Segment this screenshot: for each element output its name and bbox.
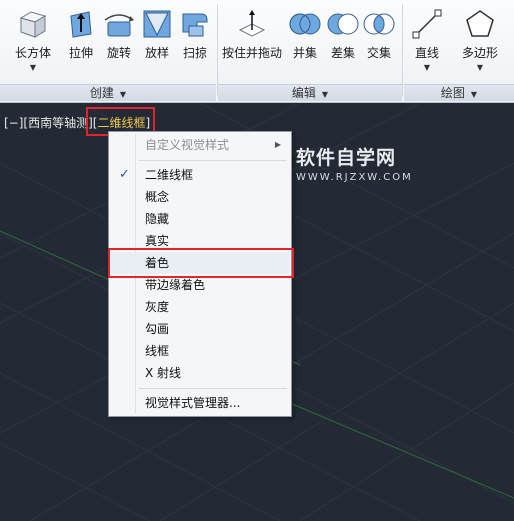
- y-axis-line: [289, 402, 514, 499]
- subtract-tool-button[interactable]: 差集: [326, 8, 360, 61]
- panel-edit[interactable]: 编辑 ▼: [218, 84, 402, 101]
- intersect-tool-button[interactable]: 交集: [362, 8, 396, 61]
- line-tool-label: 直线: [414, 46, 439, 60]
- union-tool-label: 并集: [292, 46, 317, 60]
- box-icon: [19, 11, 47, 38]
- sweep-tool-button[interactable]: 扫掠: [177, 8, 213, 61]
- watermark-url: WWW.RJZXW.COM: [296, 172, 413, 183]
- menu-item-label: 勾画: [145, 322, 170, 336]
- chevron-down-icon[interactable]: ▼: [410, 64, 444, 72]
- submenu-arrow-icon: ▶: [274, 140, 281, 149]
- checkmark-icon: ✓: [119, 167, 130, 182]
- polygon-icon: [466, 10, 494, 37]
- loft-tool-label: 放样: [144, 46, 169, 60]
- line-icon: [412, 9, 442, 39]
- panel-create-label: 创建: [89, 86, 114, 100]
- menu-item-label: 二维线框: [145, 168, 194, 182]
- ribbon: 长方体 ▼ 拉伸 旋转 放样 扫掠 按住并拖动 并集 差集 交集 直线 ▼ 多边…: [0, 0, 514, 103]
- sweep-icon: [182, 13, 208, 37]
- intersect-icon: [363, 13, 395, 35]
- menu-item-wireframe[interactable]: 线框: [111, 340, 289, 362]
- menu-item-label: X 射线: [145, 366, 182, 380]
- menu-item-label: 线框: [145, 344, 170, 358]
- polygon-tool-button[interactable]: 多边形 ▼: [458, 8, 502, 72]
- panel-edit-label: 编辑: [291, 86, 316, 100]
- subtract-icon: [327, 13, 359, 35]
- watermark-title: 软件自学网: [296, 147, 397, 169]
- menu-item-custom-visual-style[interactable]: 自定义视觉样式 ▶: [111, 134, 289, 156]
- line-tool-button[interactable]: 直线 ▼: [410, 8, 444, 72]
- chevron-down-icon: ▼: [321, 90, 329, 99]
- extrude-tool-button[interactable]: 拉伸: [64, 8, 98, 61]
- menu-item-label: 视觉样式管理器...: [145, 396, 241, 410]
- watermark: 软件自学网 WWW.RJZXW.COM: [296, 143, 446, 183]
- loft-icon: [143, 10, 171, 38]
- chevron-down-icon: ▼: [470, 90, 478, 99]
- menu-separator: [139, 388, 287, 389]
- panel-create[interactable]: 创建 ▼: [0, 84, 216, 101]
- panel-draw-label: 绘图: [440, 86, 465, 100]
- presspull-tool-button[interactable]: 按住并拖动: [219, 8, 285, 61]
- subtract-tool-label: 差集: [330, 46, 355, 60]
- menu-item-shades-of-gray[interactable]: 灰度: [111, 296, 289, 318]
- panel-draw[interactable]: 绘图 ▼: [404, 84, 514, 101]
- chevron-down-icon: ▼: [119, 90, 127, 99]
- union-icon: [289, 13, 321, 35]
- viewport-view-label[interactable]: [−][西南等轴测][: [4, 116, 97, 130]
- menu-item-label: 灰度: [145, 300, 170, 314]
- revolve-tool-button[interactable]: 旋转: [101, 8, 137, 61]
- chevron-down-icon[interactable]: ▼: [10, 64, 56, 72]
- extrude-icon: [70, 11, 92, 38]
- extrude-tool-label: 拉伸: [68, 46, 93, 60]
- box-tool-button[interactable]: 长方体 ▼: [10, 8, 56, 72]
- ribbon-separator: [217, 4, 218, 96]
- chevron-down-icon[interactable]: ▼: [458, 64, 502, 72]
- union-tool-button[interactable]: 并集: [288, 8, 322, 61]
- intersect-tool-label: 交集: [366, 46, 391, 60]
- presspull-icon: [238, 10, 266, 37]
- menu-item-x-ray[interactable]: X 射线: [111, 362, 289, 384]
- menu-item-visual-styles-manager[interactable]: 视觉样式管理器...: [111, 392, 289, 414]
- menu-item-hidden[interactable]: 隐藏: [111, 208, 289, 230]
- loft-tool-button[interactable]: 放样: [140, 8, 174, 61]
- menu-item-conceptual[interactable]: 概念: [111, 186, 289, 208]
- presspull-tool-label: 按住并拖动: [221, 46, 282, 60]
- revolve-tool-label: 旋转: [106, 46, 131, 60]
- revolve-icon: [104, 14, 134, 37]
- box-tool-label: 长方体: [14, 46, 51, 60]
- menu-separator: [139, 160, 287, 161]
- menu-item-sketchy[interactable]: 勾画: [111, 318, 289, 340]
- annotation-highlight-box: [108, 248, 294, 278]
- menu-item-label: 自定义视觉样式: [145, 138, 230, 152]
- polygon-tool-label: 多边形: [461, 46, 498, 60]
- menu-item-2d-wireframe[interactable]: ✓ 二维线框: [111, 164, 289, 186]
- sweep-tool-label: 扫掠: [182, 46, 207, 60]
- menu-item-label: 隐藏: [145, 212, 170, 226]
- ribbon-separator: [402, 4, 403, 96]
- menu-item-label: 概念: [145, 190, 170, 204]
